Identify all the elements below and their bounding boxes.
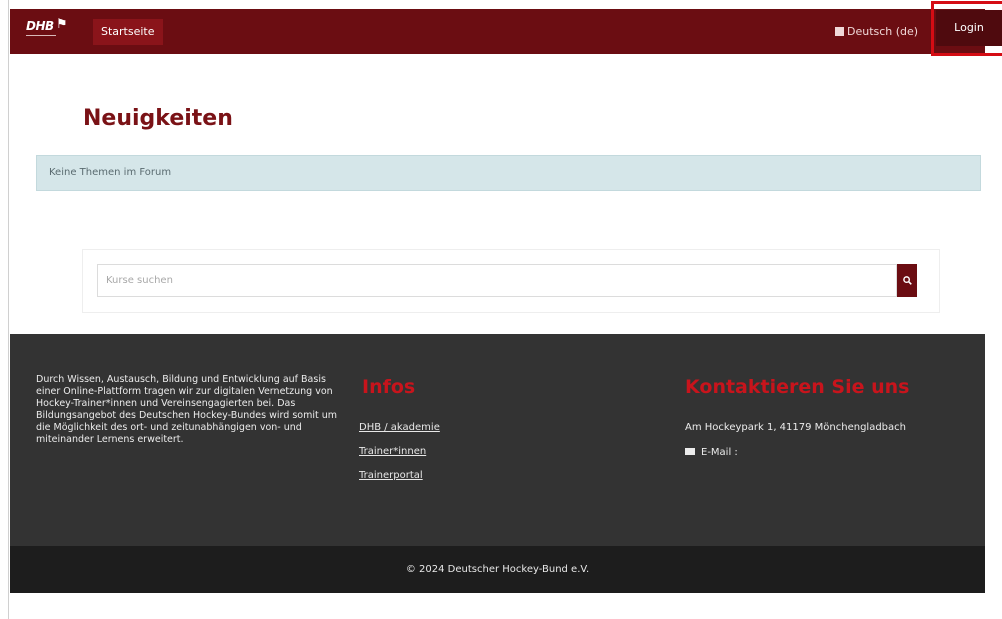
dhb-logo[interactable]: DHB ⚑ <box>26 17 68 45</box>
nav-home-link[interactable]: Startseite <box>93 19 163 45</box>
language-icon <box>835 27 844 36</box>
footer-infos-title: Infos <box>362 376 416 398</box>
footer-links: DHB / akademie Trainer*innen Trainerport… <box>359 422 440 494</box>
footer-contact-title: Kontaktieren Sie uns <box>685 376 910 398</box>
page: DHB ⚑ Startseite Deutsch (de) Login Neui… <box>10 1 1002 619</box>
course-search-input[interactable] <box>97 264 897 297</box>
logo-underline <box>26 35 56 41</box>
login-button[interactable]: Login <box>936 10 1002 46</box>
page-border <box>8 0 9 619</box>
footer-about-text: Durch Wissen, Austausch, Bildung und Ent… <box>36 374 337 445</box>
envelope-icon <box>685 448 695 455</box>
language-label: Deutsch (de) <box>847 25 919 38</box>
footer-link-dhb-akademie[interactable]: DHB / akademie <box>359 422 440 436</box>
language-selector[interactable]: Deutsch (de) <box>835 9 918 54</box>
navbar: DHB ⚑ Startseite Deutsch (de) Login <box>10 1 1002 56</box>
course-search-card <box>82 249 940 313</box>
footer-link-trainerportal[interactable]: Trainerportal <box>359 470 440 484</box>
page-title: Neuigkeiten <box>83 106 233 131</box>
footer: Durch Wissen, Austausch, Bildung und Ent… <box>10 334 985 546</box>
search-button[interactable] <box>897 264 917 297</box>
footer-address: Am Hockeypark 1, 41179 Mönchengladbach <box>685 422 906 433</box>
logo-text: DHB <box>26 19 54 33</box>
login-highlight: Login <box>931 1 1002 56</box>
footer-email: E-Mail : <box>685 447 741 458</box>
forum-alert: Keine Themen im Forum <box>36 155 981 191</box>
email-label: E-Mail : <box>701 447 738 458</box>
footer-link-trainerinnen[interactable]: Trainer*innen <box>359 446 440 460</box>
copyright-bar: © 2024 Deutscher Hockey-Bund e.V. <box>10 546 985 593</box>
hockey-player-icon: ⚑ <box>56 17 68 32</box>
search-icon <box>902 276 912 285</box>
